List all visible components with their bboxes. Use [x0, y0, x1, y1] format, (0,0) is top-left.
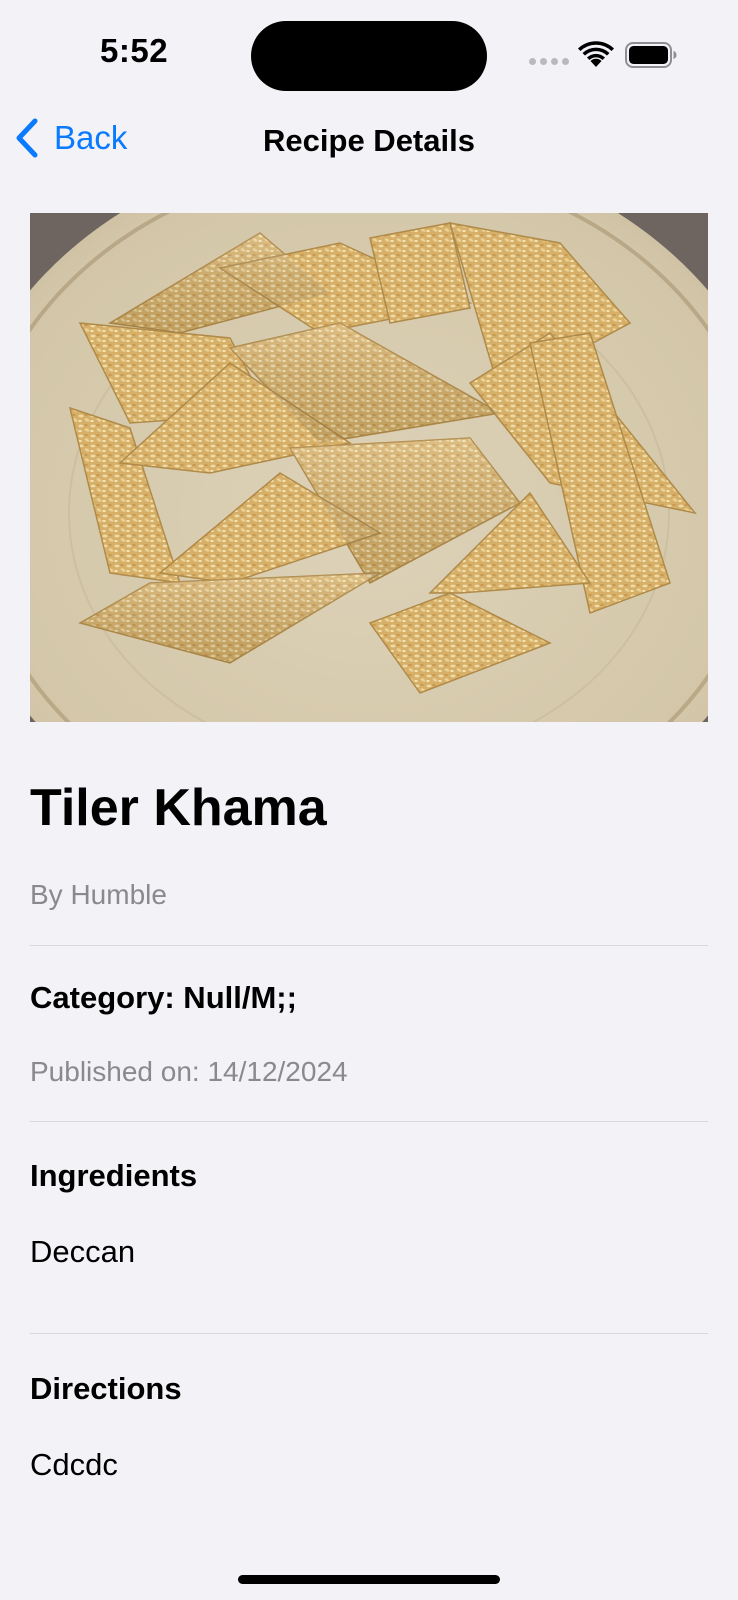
dynamic-island — [251, 21, 487, 91]
wifi-icon — [578, 41, 614, 67]
battery-icon — [625, 42, 677, 68]
divider — [30, 945, 708, 946]
divider — [30, 1333, 708, 1334]
cellular-signal-icon — [529, 58, 569, 65]
published-date: Published on: 14/12/2024 — [30, 1056, 348, 1087]
ingredients-heading: Ingredients — [30, 1158, 198, 1193]
home-indicator[interactable] — [238, 1575, 500, 1584]
ingredients-text: Deccan — [30, 1234, 136, 1269]
recipe-author: By Humble — [30, 879, 167, 910]
recipe-category: Category: Null/M;; — [30, 980, 297, 1015]
recipe-details-screen: 5:52 Back Recipe Details Tiler Khama By … — [0, 0, 738, 1600]
nav-title: Recipe Details — [263, 123, 475, 158]
directions-text: Cdcdc — [30, 1447, 118, 1482]
divider — [30, 1121, 708, 1122]
recipe-image — [30, 213, 708, 722]
directions-heading: Directions — [30, 1371, 182, 1406]
status-time: 5:52 — [100, 32, 169, 69]
recipe-title: Tiler Khama — [30, 779, 327, 837]
